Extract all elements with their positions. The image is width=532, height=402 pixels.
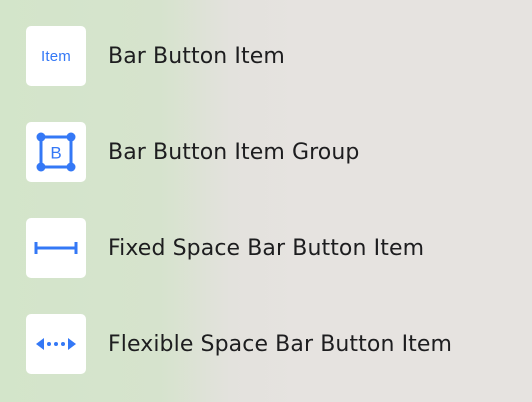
library-item-flexible-space[interactable]: Flexible Space Bar Button Item bbox=[26, 314, 452, 374]
library-item-label: Bar Button Item Group bbox=[108, 139, 360, 165]
library-item-bar-button-item[interactable]: Item Bar Button Item bbox=[26, 26, 285, 86]
group-b-letter: B bbox=[50, 144, 61, 163]
library-item-label: Flexible Space Bar Button Item bbox=[108, 331, 453, 357]
item-icon-text: Item bbox=[41, 47, 71, 65]
fixed-space-icon bbox=[26, 218, 86, 278]
library-item-label: Fixed Space Bar Button Item bbox=[108, 235, 425, 261]
item-text-icon: Item bbox=[26, 26, 86, 86]
library-item-bar-button-item-group[interactable]: B Bar Button Item Group bbox=[26, 122, 359, 182]
fixed-space-glyph bbox=[34, 242, 78, 254]
flexible-space-icon bbox=[26, 314, 86, 374]
group-b-icon: B bbox=[26, 122, 86, 182]
library-item-label: Bar Button Item bbox=[108, 43, 285, 69]
group-b-glyph: B bbox=[36, 132, 76, 172]
library-item-fixed-space[interactable]: Fixed Space Bar Button Item bbox=[26, 218, 424, 278]
object-library-list: Item Bar Button Item B Bar Button Item G… bbox=[0, 0, 532, 402]
flexible-space-glyph bbox=[36, 338, 76, 350]
